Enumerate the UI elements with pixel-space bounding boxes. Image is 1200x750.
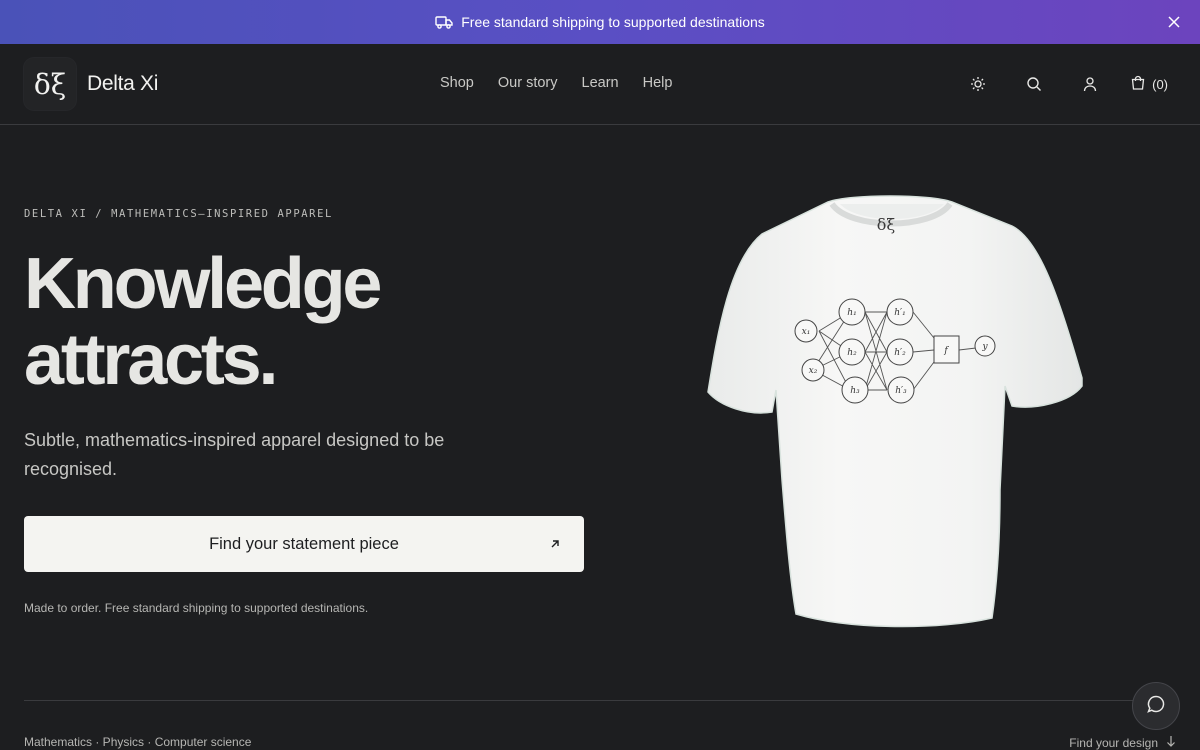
node-h1-prime: h′₁: [894, 308, 905, 318]
announcement-text: Free standard shipping to supported dest…: [461, 14, 765, 30]
cta-label: Find your statement piece: [209, 534, 399, 553]
hero-subhead: Subtle, mathematics-inspired apparel des…: [24, 430, 445, 479]
chat-bubble-icon: [1146, 694, 1166, 719]
nav-shop[interactable]: Shop: [440, 75, 474, 91]
node-h2-prime: h′₂: [894, 348, 906, 358]
nav-our-story[interactable]: Our story: [498, 75, 558, 91]
arrow-up-right-icon: [548, 537, 562, 551]
node-x1: x₁: [802, 327, 811, 337]
nav-help[interactable]: Help: [643, 75, 673, 91]
nav-learn[interactable]: Learn: [582, 75, 619, 91]
node-h1: h₁: [847, 308, 856, 318]
find-design-link[interactable]: Find your design: [1069, 735, 1176, 750]
find-statement-piece-button[interactable]: Find your statement piece: [24, 516, 584, 572]
shipping-note: Made to order. Free standard shipping to…: [24, 601, 369, 615]
brand-name[interactable]: Delta Xi: [87, 72, 158, 96]
find-design-label: Find your design: [1069, 735, 1158, 750]
cart-button[interactable]: (0): [1130, 75, 1168, 94]
truck-icon: [435, 15, 453, 29]
headline-line-1: Knowledge: [24, 244, 382, 324]
cart-icon: [1130, 75, 1146, 94]
arrow-down-icon: [1166, 735, 1176, 750]
logo[interactable]: δξ: [24, 58, 76, 110]
section-divider: [24, 700, 1176, 701]
sun-icon[interactable]: [968, 74, 988, 94]
header-actions: (0): [968, 74, 1168, 94]
shirt-logo: δξ: [877, 215, 896, 234]
main-nav: Shop Our story Learn Help: [440, 75, 672, 91]
node-h2: h₂: [847, 348, 857, 358]
node-h3-prime: h′₃: [895, 386, 907, 396]
node-x2: x₂: [809, 366, 818, 376]
hero-eyebrow: DELTA XI / MATHEMATICS–INSPIRED APPAREL: [24, 208, 333, 220]
disciplines-text: Mathematics · Physics · Computer science: [24, 735, 252, 749]
node-y: y: [981, 342, 988, 352]
announcement-bar: Free standard shipping to supported dest…: [0, 0, 1200, 44]
search-icon[interactable]: [1024, 74, 1044, 94]
node-h3: h₃: [850, 386, 860, 396]
product-tshirt-image: δξ x₁ x₂ h₁ h₂ h₃ h′₁ h′₂ h′₃ f y: [707, 195, 1083, 628]
account-icon[interactable]: [1080, 74, 1100, 94]
headline-line-2: attracts.: [24, 320, 279, 400]
cart-count: (0): [1152, 76, 1168, 92]
close-icon[interactable]: [1164, 12, 1184, 32]
hero-headline: Knowledge attracts.: [24, 246, 584, 398]
chat-button[interactable]: [1132, 682, 1180, 730]
site-header: δξ Delta Xi Shop Our story Learn Help (0…: [0, 44, 1200, 125]
